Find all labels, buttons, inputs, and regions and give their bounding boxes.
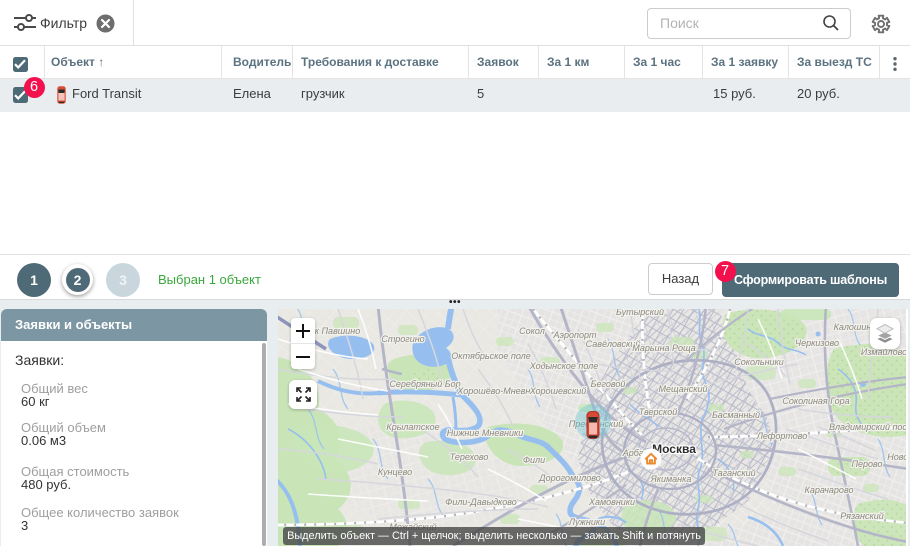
svg-text:Тверской: Тверской — [639, 407, 677, 417]
svg-text:Марьина Роща: Марьина Роща — [632, 343, 695, 353]
svg-text:Октябрьское поле: Октябрьское поле — [451, 351, 530, 361]
svg-text:Рязанский: Рязанский — [840, 511, 884, 521]
svg-text:Фили: Фили — [523, 455, 545, 465]
svg-text:Сокол: Сокол — [519, 326, 545, 336]
svg-text:Карачарово: Карачарово — [805, 485, 854, 495]
svg-text:Фили-Давыдково: Фили-Давыдково — [445, 497, 517, 507]
svg-text:Новог: Новог — [887, 452, 908, 462]
svg-text:Таганский: Таганский — [712, 468, 755, 478]
svg-text:Хамовники: Хамовники — [588, 497, 635, 507]
svg-text:Серебряный Бор: Серебряный Бор — [389, 379, 460, 389]
svg-text:ок Павшино: ок Павшино — [310, 326, 360, 336]
svg-text:Лужники: Лужники — [568, 517, 605, 527]
svg-text:Терехово: Терехово — [450, 452, 489, 462]
svg-text:Якиманка: Якиманка — [650, 474, 692, 484]
svg-text:Крылатское: Крылатское — [386, 422, 439, 432]
svg-text:Ходынское поле: Ходынское поле — [529, 361, 598, 371]
svg-text:Владимирский посёл: Владимирский посёл — [829, 422, 908, 432]
svg-text:Кунцево: Кунцево — [378, 467, 412, 477]
svg-text:Перово: Перово — [851, 459, 882, 469]
svg-text:Басманный: Басманный — [712, 410, 760, 420]
svg-text:Сокольники: Сокольники — [734, 357, 784, 367]
svg-text:Беговой: Беговой — [591, 379, 626, 389]
svg-text:Бутырский: Бутырский — [616, 309, 664, 317]
svg-text:Нижние Мневники: Нижние Мневники — [447, 428, 524, 438]
svg-text:Мещанский: Мещанский — [659, 384, 708, 394]
svg-text:Соколиная Гора: Соколиная Гора — [782, 396, 849, 406]
svg-text:Строгино: Строгино — [381, 334, 424, 344]
svg-text:Лефортово: Лефортово — [756, 431, 808, 441]
svg-text:Черкизово: Черкизово — [795, 338, 839, 348]
svg-text:Дорогомилово: Дорогомилово — [538, 473, 600, 483]
svg-text:Хорошевский: Хорошевский — [529, 386, 587, 396]
